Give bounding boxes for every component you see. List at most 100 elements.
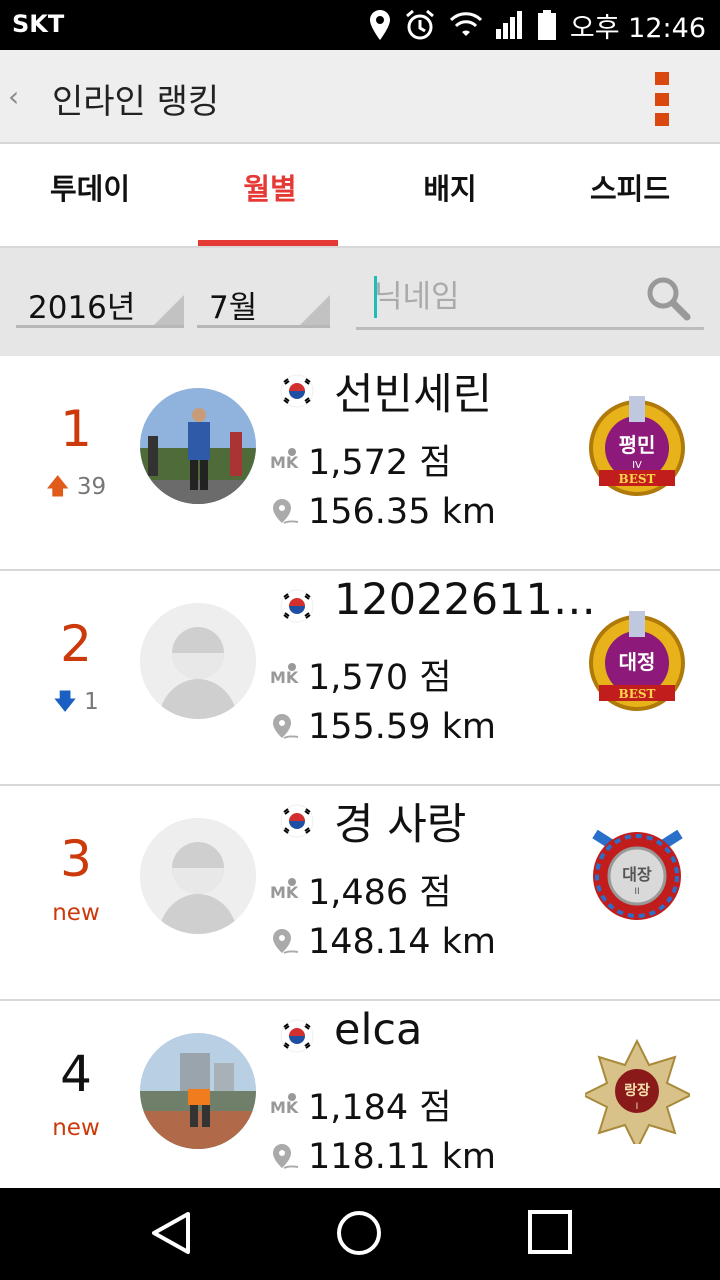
search-icon[interactable]	[644, 274, 692, 322]
avatar[interactable]	[140, 1033, 256, 1149]
points-icon: MK	[270, 662, 299, 687]
points-icon: MK	[270, 1092, 299, 1117]
rank-change: new	[0, 900, 152, 926]
svg-text:IV: IV	[632, 460, 642, 471]
korea-flag-icon	[280, 1019, 314, 1053]
ranking-row[interactable]: 4 new elca MK 1,184 점 118.11 km 랑장 I	[0, 1001, 720, 1188]
distance-pin-icon	[273, 714, 299, 739]
rank-badge-pyeongmin-icon[interactable]: 평민 IV BEST	[585, 394, 690, 499]
user-name: elca	[334, 1005, 423, 1055]
dropdown-corner-icon	[300, 295, 330, 325]
alarm-icon	[405, 9, 434, 40]
month-value: 7월	[209, 290, 258, 326]
korea-flag-icon	[280, 804, 314, 838]
user-name: 12022611…	[334, 575, 596, 625]
ranking-row[interactable]: 3 new 경 사랑 MK 1,486 점 148.14 km 대장 II	[0, 786, 720, 1001]
svg-text:MK: MK	[270, 453, 299, 472]
badge-label: 대장	[622, 865, 652, 884]
points-value: 1,184 점	[308, 1088, 452, 1128]
distance-row: 155.59 km	[270, 707, 496, 747]
year-value: 2016년	[28, 290, 136, 326]
points-icon: MK	[270, 877, 299, 902]
svg-text:MK: MK	[270, 883, 299, 902]
rank-badge-daejang-icon[interactable]: 대장 II	[585, 824, 690, 929]
tab-speed[interactable]: 스피드	[540, 146, 720, 246]
distance-pin-icon	[273, 499, 299, 524]
system-nav-bar	[0, 1188, 720, 1280]
svg-text:MK: MK	[270, 668, 299, 687]
distance-pin-icon	[273, 1144, 299, 1169]
user-name: 선빈세린	[334, 370, 493, 420]
carrier-label: SKT	[12, 10, 65, 38]
svg-text:I: I	[636, 1102, 639, 1112]
rank-change: new	[0, 1115, 152, 1141]
year-select[interactable]: 2016년	[16, 278, 184, 328]
points-value: 1,572 점	[308, 443, 452, 483]
rank-number: 1	[60, 400, 92, 458]
distance-value: 155.59 km	[308, 707, 496, 747]
distance-value: 118.11 km	[308, 1137, 496, 1177]
distance-pin-icon	[273, 929, 299, 954]
points-row: MK 1,570 점	[270, 649, 452, 700]
ranking-list: 1 🡅 39 선빈세린 MK 1,572 점 156.35 km 평민 IV B…	[0, 356, 720, 1188]
location-icon	[369, 10, 390, 40]
svg-text:MK: MK	[270, 1098, 299, 1117]
rank-change: 🡅 39	[0, 470, 152, 509]
rank-number: 2	[60, 615, 92, 673]
rank-change-value: new	[52, 900, 100, 926]
default-avatar-icon[interactable]	[140, 603, 256, 719]
user-name: 경 사랑	[334, 800, 467, 850]
filter-row: 2016년 7월	[0, 248, 720, 356]
back-triangle-icon[interactable]	[150, 1210, 192, 1256]
tab-label: 스피드	[589, 172, 671, 206]
rank-badge-daejeong-icon[interactable]: 대정 BEST	[585, 609, 690, 714]
recents-square-icon[interactable]	[528, 1210, 572, 1254]
avatar[interactable]	[140, 388, 256, 504]
battery-icon	[537, 10, 556, 40]
back-chevron-icon[interactable]: ‹	[8, 80, 19, 113]
distance-row: 148.14 km	[270, 922, 496, 962]
distance-value: 156.35 km	[308, 492, 496, 532]
arrow-up-icon: 🡅	[45, 474, 70, 500]
points-value: 1,570 점	[308, 658, 452, 698]
page-title: 인라인 랭킹	[52, 82, 220, 122]
rank-change-value: 39	[76, 474, 107, 500]
points-row: MK 1,486 점	[270, 864, 452, 915]
svg-text:BEST: BEST	[619, 687, 656, 701]
points-row: MK 1,184 점	[270, 1079, 452, 1130]
tab-label: 배지	[423, 172, 477, 206]
distance-row: 118.11 km	[270, 1137, 496, 1177]
month-select[interactable]: 7월	[197, 278, 330, 328]
ranking-row[interactable]: 2 🡇 1 12022611… MK 1,570 점 155.59 km 대정 …	[0, 571, 720, 786]
distance-row: 156.35 km	[270, 492, 496, 532]
points-value: 1,486 점	[308, 873, 452, 913]
overflow-menu-icon[interactable]	[655, 72, 671, 126]
tab-monthly[interactable]: 월별	[180, 146, 360, 246]
search-input[interactable]	[374, 272, 634, 322]
badge-label: 대정	[619, 650, 656, 674]
svg-text:BEST: BEST	[619, 472, 656, 486]
home-circle-icon[interactable]	[336, 1210, 382, 1256]
tab-today[interactable]: 투데이	[0, 146, 180, 246]
wifi-icon	[449, 12, 482, 36]
rank-number: 4	[60, 1045, 92, 1103]
clock: 오후 12:46	[569, 12, 706, 44]
points-row: MK 1,572 점	[270, 434, 452, 485]
korea-flag-icon	[280, 589, 314, 623]
distance-value: 148.14 km	[308, 922, 496, 962]
ranking-row[interactable]: 1 🡅 39 선빈세린 MK 1,572 점 156.35 km 평민 IV B…	[0, 356, 720, 571]
rank-change: 🡇 1	[0, 685, 152, 724]
rank-change-value: new	[52, 1115, 100, 1141]
tab-label: 투데이	[49, 172, 131, 206]
korea-flag-icon	[280, 374, 314, 408]
badge-label: 랑장	[624, 1082, 650, 1099]
tab-badge[interactable]: 배지	[360, 146, 540, 246]
status-bar: SKT 오후 12:46	[0, 0, 720, 50]
rank-change-value: 1	[84, 689, 99, 715]
badge-label: 평민	[619, 433, 656, 457]
rank-badge-rangjang-icon[interactable]: 랑장 I	[585, 1039, 690, 1144]
default-avatar-icon[interactable]	[140, 818, 256, 934]
tab-label: 월별	[243, 172, 297, 206]
points-icon: MK	[270, 447, 299, 472]
active-tab-indicator	[198, 240, 338, 246]
